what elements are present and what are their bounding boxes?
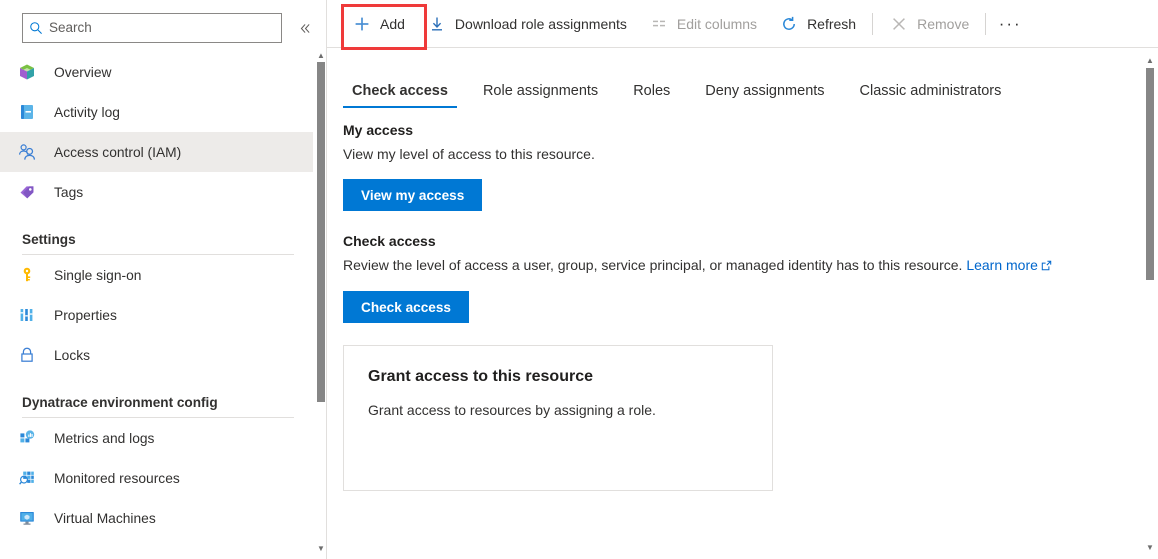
sidebar-item-label: Access control (IAM): [54, 144, 182, 160]
sidebar-item-properties[interactable]: Properties: [0, 295, 313, 335]
check-access-section: Check access Review the level of access …: [343, 233, 1142, 323]
refresh-button[interactable]: Refresh: [768, 7, 867, 41]
sidebar-item-label: Properties: [54, 307, 117, 323]
activity-log-book-icon: [18, 103, 42, 121]
blade-tabs: Check access Role assignments Roles Deny…: [327, 66, 1158, 108]
add-button-label: Add: [380, 15, 405, 32]
remove-button[interactable]: Remove: [878, 7, 980, 41]
overview-cube-icon: [18, 63, 42, 81]
sidebar-item-label: Overview: [54, 64, 112, 80]
check-access-description-text: Review the level of access a user, group…: [343, 257, 963, 273]
grant-access-card-description: Grant access to resources by assigning a…: [368, 402, 656, 418]
main-scrollbar[interactable]: ▲ ▼: [1142, 48, 1158, 559]
metrics-logs-icon: [18, 429, 42, 447]
sidebar-item-metrics-and-logs[interactable]: Metrics and logs: [0, 418, 313, 458]
sidebar-item-single-sign-on[interactable]: Single sign-on: [0, 255, 313, 295]
check-access-panel: My access View my level of access to thi…: [327, 108, 1158, 491]
sidebar-section-title: Settings: [22, 232, 76, 247]
sidebar-item-access-control-iam[interactable]: Access control (IAM): [0, 132, 313, 172]
key-icon: [18, 266, 42, 284]
download-role-assignments-button[interactable]: Download role assignments: [416, 7, 638, 41]
edit-columns-button[interactable]: Edit columns: [638, 7, 768, 41]
monitored-resources-icon: [18, 469, 42, 487]
search-box[interactable]: [22, 13, 282, 43]
sidebar-scrollbar-thumb[interactable]: [317, 62, 325, 402]
virtual-machine-icon: [18, 509, 42, 527]
tab-check-access[interactable]: Check access: [343, 83, 457, 108]
my-access-description: View my level of access to this resource…: [343, 146, 595, 162]
sidebar-item-label: Virtual Machines: [54, 510, 156, 526]
tags-icon: [18, 183, 42, 201]
sidebar-section-title: Dynatrace environment config: [22, 395, 218, 410]
more-commands-button[interactable]: ···: [993, 7, 1027, 41]
scroll-up-arrow-icon[interactable]: ▲: [314, 48, 326, 62]
sidebar-item-label: Locks: [54, 347, 91, 363]
access-control-people-icon: [18, 143, 42, 162]
sidebar-nav-list: Overview Activity log Access control (IA…: [0, 52, 313, 559]
resource-menu-sidebar: Overview Activity log: [0, 0, 327, 559]
toolbar-divider: [872, 12, 874, 35]
sidebar-item-locks[interactable]: Locks: [0, 335, 313, 375]
sidebar-item-label: Monitored resources: [54, 470, 180, 486]
sidebar-item-label: Metrics and logs: [54, 430, 155, 446]
search-input[interactable]: [49, 15, 281, 41]
sidebar-item-monitored-resources[interactable]: Monitored resources: [0, 458, 313, 498]
tab-classic-administrators[interactable]: Classic administrators: [851, 83, 1011, 108]
download-icon: [427, 16, 447, 32]
refresh-icon: [779, 16, 799, 32]
learn-more-link[interactable]: Learn more: [966, 257, 1052, 273]
sidebar-item-label: Tags: [54, 184, 84, 200]
tab-roles[interactable]: Roles: [624, 83, 679, 108]
lock-icon: [18, 346, 42, 364]
sidebar-item-virtual-machines[interactable]: Virtual Machines: [0, 498, 313, 538]
sidebar-search-row: [0, 0, 326, 44]
check-access-description: Review the level of access a user, group…: [343, 255, 1083, 277]
sidebar-item-label: Single sign-on: [54, 267, 142, 283]
columns-icon: [649, 16, 669, 32]
tab-label: Roles: [633, 83, 671, 99]
search-icon: [23, 21, 49, 35]
my-access-section: My access View my level of access to thi…: [343, 122, 1142, 211]
grant-access-card-title: Grant access to this resource: [368, 368, 593, 385]
sidebar-scrollbar[interactable]: ▲ ▼: [313, 44, 326, 559]
scroll-down-arrow-icon[interactable]: ▼: [314, 541, 326, 555]
grant-access-card[interactable]: Grant access to this resource Grant acce…: [343, 345, 773, 491]
scroll-up-arrow-icon[interactable]: ▲: [1143, 53, 1157, 67]
collapse-sidebar-button[interactable]: [294, 17, 316, 39]
toolbar-divider: [985, 12, 987, 35]
tab-label: Role assignments: [482, 83, 599, 99]
add-button[interactable]: Add: [341, 7, 416, 41]
tab-role-assignments[interactable]: Role assignments: [474, 83, 607, 108]
tab-label: Deny assignments: [705, 83, 825, 99]
scroll-down-arrow-icon[interactable]: ▼: [1143, 540, 1157, 554]
close-x-icon: [889, 16, 909, 32]
sidebar-item-overview[interactable]: Overview: [0, 52, 313, 92]
command-toolbar: Add Download role assignments Edit colum…: [327, 0, 1158, 48]
learn-more-label: Learn more: [966, 257, 1038, 273]
tab-label: Check access: [352, 83, 448, 99]
main-content-area: Add Download role assignments Edit colum…: [327, 0, 1158, 559]
sidebar-section-settings: Settings: [0, 216, 313, 255]
plus-icon: [352, 16, 372, 32]
main-scrollbar-thumb[interactable]: [1146, 68, 1154, 280]
sidebar-item-activity-log[interactable]: Activity log: [0, 92, 313, 132]
properties-bars-icon: [18, 306, 42, 324]
external-link-icon: [1041, 256, 1052, 277]
sidebar-item-tags[interactable]: Tags: [0, 172, 313, 212]
view-my-access-button[interactable]: View my access: [343, 179, 483, 211]
download-button-label: Download role assignments: [454, 15, 627, 32]
tab-label: Classic administrators: [859, 83, 1002, 99]
tab-deny-assignments[interactable]: Deny assignments: [696, 83, 833, 108]
remove-button-label: Remove: [917, 15, 970, 32]
sidebar-section-dynatrace: Dynatrace environment config: [0, 379, 313, 418]
sidebar-item-label: Activity log: [54, 104, 120, 120]
edit-columns-label: Edit columns: [676, 15, 758, 32]
azure-portal-blade: Overview Activity log: [0, 0, 1158, 559]
check-access-heading: Check access: [343, 233, 436, 249]
my-access-heading: My access: [343, 122, 414, 138]
refresh-button-label: Refresh: [807, 15, 857, 32]
check-access-button[interactable]: Check access: [343, 291, 469, 323]
